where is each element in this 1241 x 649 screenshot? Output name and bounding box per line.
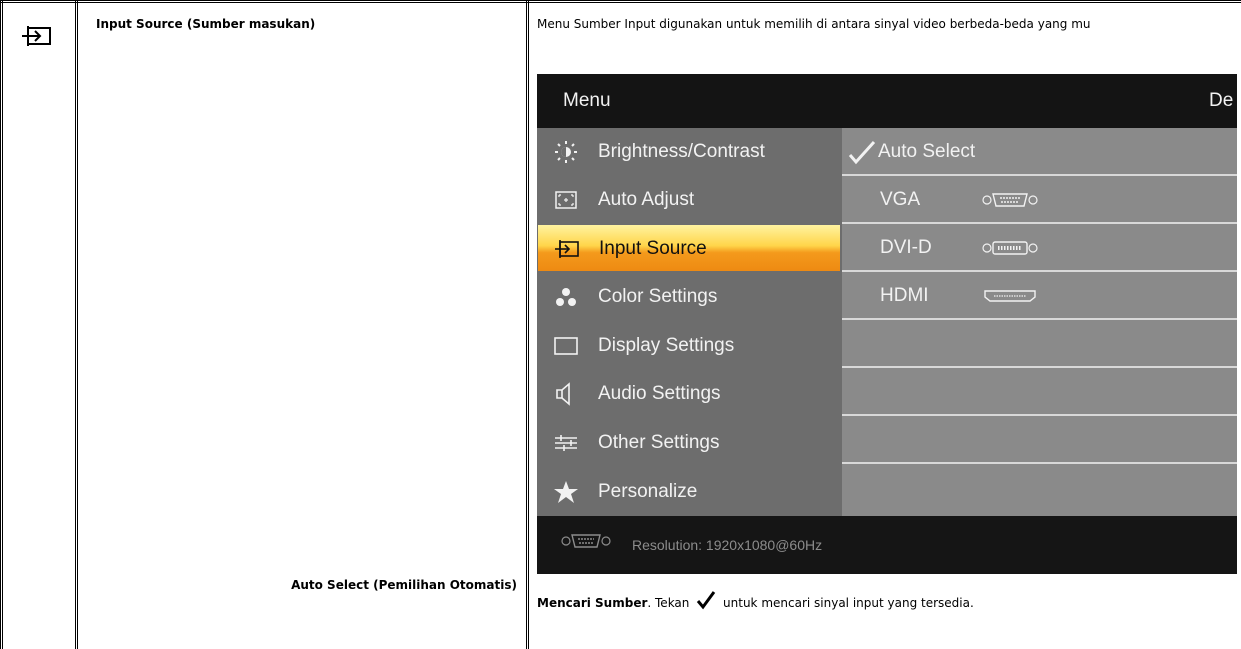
osd-option-empty <box>842 320 1237 368</box>
osd-option-label: DVI-D <box>880 237 932 258</box>
osd-menu-item-personalize[interactable]: Personalize <box>537 468 842 516</box>
table-divider-1 <box>75 0 78 649</box>
checkmark-icon <box>696 590 716 613</box>
color-settings-icon <box>553 285 579 309</box>
section-description: Menu Sumber Input digunakan untuk memili… <box>537 17 1091 31</box>
brightness-icon <box>553 140 579 164</box>
table-border-left <box>0 0 3 649</box>
resolution-text: Resolution: 1920x1080@60Hz <box>632 537 823 553</box>
dvi-connector-icon <box>982 239 1038 260</box>
osd-menu-item-brightness-contrast[interactable]: Brightness/Contrast <box>537 128 842 176</box>
osd-header: Menu De <box>537 74 1237 128</box>
osd-menu-item-other-settings[interactable]: Other Settings <box>537 419 842 467</box>
osd-menu-item-label: Personalize <box>598 481 698 502</box>
osd-menu-item-input-source[interactable]: Input Source <box>538 225 840 271</box>
osd-options-panel: Auto Select VGA DVI-D HDMI <box>842 128 1237 516</box>
auto-select-desc-rest: untuk mencari sinyal input yang tersedia… <box>719 596 974 610</box>
auto-select-desc-after-bold: . Tekan <box>647 596 690 610</box>
osd-option-dvi-d[interactable]: DVI-D <box>842 224 1237 272</box>
checkmark-icon <box>848 140 876 169</box>
osd-menu-title: Menu <box>563 90 611 111</box>
other-settings-icon <box>553 431 579 455</box>
auto-select-description: Mencari Sumber. Tekan untuk mencari siny… <box>537 590 974 613</box>
osd-option-empty <box>842 464 1237 512</box>
osd-option-vga[interactable]: VGA <box>842 176 1237 224</box>
osd-menu-list: Brightness/Contrast Auto Adjust Input So… <box>537 128 842 516</box>
osd-menu-item-label: Input Source <box>599 238 707 259</box>
osd-menu-item-audio-settings[interactable]: Audio Settings <box>537 370 842 418</box>
auto-select-title: Auto Select (Pemilihan Otomatis) <box>291 578 517 592</box>
osd-option-auto-select[interactable]: Auto Select <box>842 128 1237 176</box>
osd-menu-item-label: Color Settings <box>598 286 718 307</box>
osd-menu-item-display-settings[interactable]: Display Settings <box>537 322 842 370</box>
auto-adjust-icon <box>553 188 579 212</box>
input-source-icon <box>20 24 54 48</box>
osd-header-right-text: De <box>1209 90 1234 111</box>
star-icon <box>553 480 579 504</box>
table-divider-2 <box>526 0 529 649</box>
osd-menu-item-label: Display Settings <box>598 335 735 356</box>
section-title: Input Source (Sumber masukan) <box>96 17 316 31</box>
input-source-icon <box>554 237 580 261</box>
osd-menu-item-label: Other Settings <box>598 432 720 453</box>
display-settings-icon <box>553 334 579 358</box>
osd-menu-item-color-settings[interactable]: Color Settings <box>537 273 842 321</box>
osd-option-label: VGA <box>880 189 921 210</box>
osd-menu-screenshot: Menu De Brightness/Contrast Auto Adjust … <box>537 74 1237 574</box>
table-border-top <box>0 0 1241 3</box>
auto-select-desc-bold: Mencari Sumber <box>537 596 648 610</box>
osd-option-hdmi[interactable]: HDMI <box>842 272 1237 320</box>
osd-option-empty <box>842 368 1237 416</box>
osd-option-label: HDMI <box>880 285 929 306</box>
osd-menu-item-label: Brightness/Contrast <box>598 141 765 162</box>
hdmi-connector-icon <box>982 287 1038 308</box>
osd-option-label: Auto Select <box>878 141 976 162</box>
osd-menu-item-auto-adjust[interactable]: Auto Adjust <box>537 176 842 224</box>
osd-footer: Resolution: 1920x1080@60Hz <box>537 516 1237 574</box>
vga-connector-icon <box>982 191 1038 212</box>
audio-settings-icon <box>553 382 579 406</box>
vga-connector-icon <box>561 532 611 553</box>
osd-option-empty <box>842 416 1237 464</box>
osd-menu-item-label: Audio Settings <box>598 383 721 404</box>
osd-menu-item-label: Auto Adjust <box>598 189 695 210</box>
